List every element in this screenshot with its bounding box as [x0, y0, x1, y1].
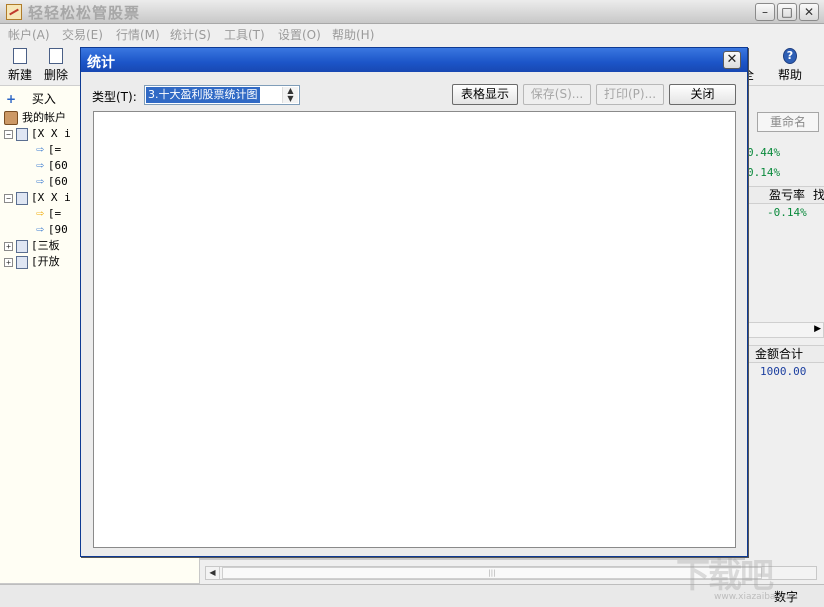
menu-settings[interactable]: 设置(O) — [278, 26, 321, 43]
gain-percent-1: 0.44% — [747, 146, 781, 159]
holdings-header: 盈亏率 找 — [745, 186, 824, 204]
app-chart-icon — [6, 4, 22, 20]
window-close-button[interactable]: ✕ — [799, 3, 819, 21]
delete-label: 删除 — [43, 68, 68, 82]
arrow-icon: ⇨ — [36, 158, 44, 173]
delete-document-icon — [49, 48, 63, 64]
dropdown-arrows-icon[interactable]: ▲ ▼ — [282, 87, 298, 103]
plus-icon: + — [6, 92, 17, 106]
scroll-right-icon[interactable]: ▶ — [814, 324, 821, 334]
tree-root-label: 我的帐户 — [22, 111, 66, 124]
new-document-icon — [13, 48, 27, 64]
menu-tools[interactable]: 工具(T) — [224, 26, 265, 43]
buy-label: 买入 — [31, 92, 56, 106]
gain-percent-2: 0.14% — [747, 166, 781, 179]
table-display-button[interactable]: 表格显示 — [452, 84, 518, 105]
tree-leaf-label: [= — [47, 207, 62, 220]
tree-node-label: [X X i — [31, 127, 71, 140]
print-button[interactable]: 打印(P)... — [596, 84, 664, 105]
watermark-url: www.xiazaiba.com — [714, 592, 798, 602]
app-title: 轻轻松松管股票 — [28, 4, 141, 22]
buy-button[interactable]: + 买入 — [6, 92, 68, 106]
menu-account[interactable]: 帐户(A) — [8, 26, 50, 43]
statistics-dialog: 统计 ✕ 类型(T): 3.十大盈利股票统计图 ▲ ▼ 表格显示 保存(S)...… — [80, 47, 748, 557]
arrow-icon: ⇨ — [36, 142, 44, 157]
chart-canvas — [93, 111, 736, 548]
menubar: 帐户(A) 交易(E) 行情(M) 统计(S) 工具(T) 设置(O) 帮助(H… — [0, 24, 824, 44]
account-icon — [4, 111, 18, 125]
amount-total-cell: 1000.00 — [760, 365, 807, 378]
tree-leaf-label: [= — [47, 143, 62, 156]
dialog-titlebar[interactable]: 统计 ✕ — [81, 48, 747, 72]
menu-trade[interactable]: 交易(E) — [62, 26, 103, 43]
tree-node-label: [X X i — [31, 191, 71, 204]
tree-leaf-label: [90 — [47, 223, 68, 236]
close-button[interactable]: 关闭 — [669, 84, 736, 105]
summary-header: 金额合计 — [745, 345, 824, 363]
tree-leaf-label: [60 — [47, 175, 68, 188]
detail-panel: 重命名 0.44% 0.14% 盈亏率 找 -0.14% ▶ 金额合计 1000… — [745, 86, 824, 583]
delete-button[interactable]: 删除 — [38, 48, 74, 83]
ledger-icon — [16, 239, 28, 253]
horizontal-scrollbar[interactable]: ▶ — [745, 322, 824, 338]
new-label: 新建 — [7, 68, 32, 82]
scroll-left-icon[interactable]: ◀ — [206, 567, 220, 579]
new-button[interactable]: 新建 — [2, 48, 38, 83]
app-titlebar: 轻轻松松管股票 – □ ✕ — [0, 0, 824, 24]
type-selected-value: 3.十大盈利股票统计图 — [146, 87, 260, 103]
holding-rate-cell: -0.14% — [767, 206, 807, 219]
column-header-extra[interactable]: 找 — [813, 187, 824, 203]
collapse-icon[interactable]: − — [4, 129, 13, 139]
save-button[interactable]: 保存(S)... — [523, 84, 591, 105]
help-label: 帮助 — [777, 68, 802, 82]
dialog-close-icon[interactable]: ✕ — [723, 51, 741, 69]
help-button[interactable]: ? 帮助 — [772, 48, 808, 83]
tree-node-label: [开放 — [31, 255, 60, 268]
arrow-icon: ⇨ — [36, 222, 44, 237]
minimize-button[interactable]: – — [755, 3, 775, 21]
ledger-icon — [16, 255, 28, 269]
menu-market[interactable]: 行情(M) — [116, 26, 160, 43]
expand-icon[interactable]: + — [4, 241, 13, 251]
help-icon: ? — [783, 48, 797, 64]
ledger-icon — [16, 191, 28, 205]
ledger-icon — [16, 127, 28, 141]
tree-leaf-label: [60 — [47, 159, 68, 172]
dialog-title: 统计 — [87, 55, 115, 71]
column-header-amount[interactable]: 金额合计 — [755, 346, 803, 362]
maximize-button[interactable]: □ — [777, 3, 797, 21]
rename-button[interactable]: 重命名 — [757, 112, 819, 132]
tree-node-label: [三板 — [31, 239, 60, 252]
type-select[interactable]: 3.十大盈利股票统计图 ▲ ▼ — [144, 85, 300, 105]
collapse-icon[interactable]: − — [4, 193, 13, 203]
type-label: 类型(T): — [92, 90, 137, 104]
arrow-icon: ⇨ — [36, 174, 44, 189]
expand-icon[interactable]: + — [4, 257, 13, 267]
menu-statistics[interactable]: 统计(S) — [170, 26, 211, 43]
column-header-rate[interactable]: 盈亏率 — [769, 187, 805, 203]
arrow-icon: ⇨ — [36, 206, 44, 221]
menu-help[interactable]: 帮助(H) — [332, 26, 374, 43]
